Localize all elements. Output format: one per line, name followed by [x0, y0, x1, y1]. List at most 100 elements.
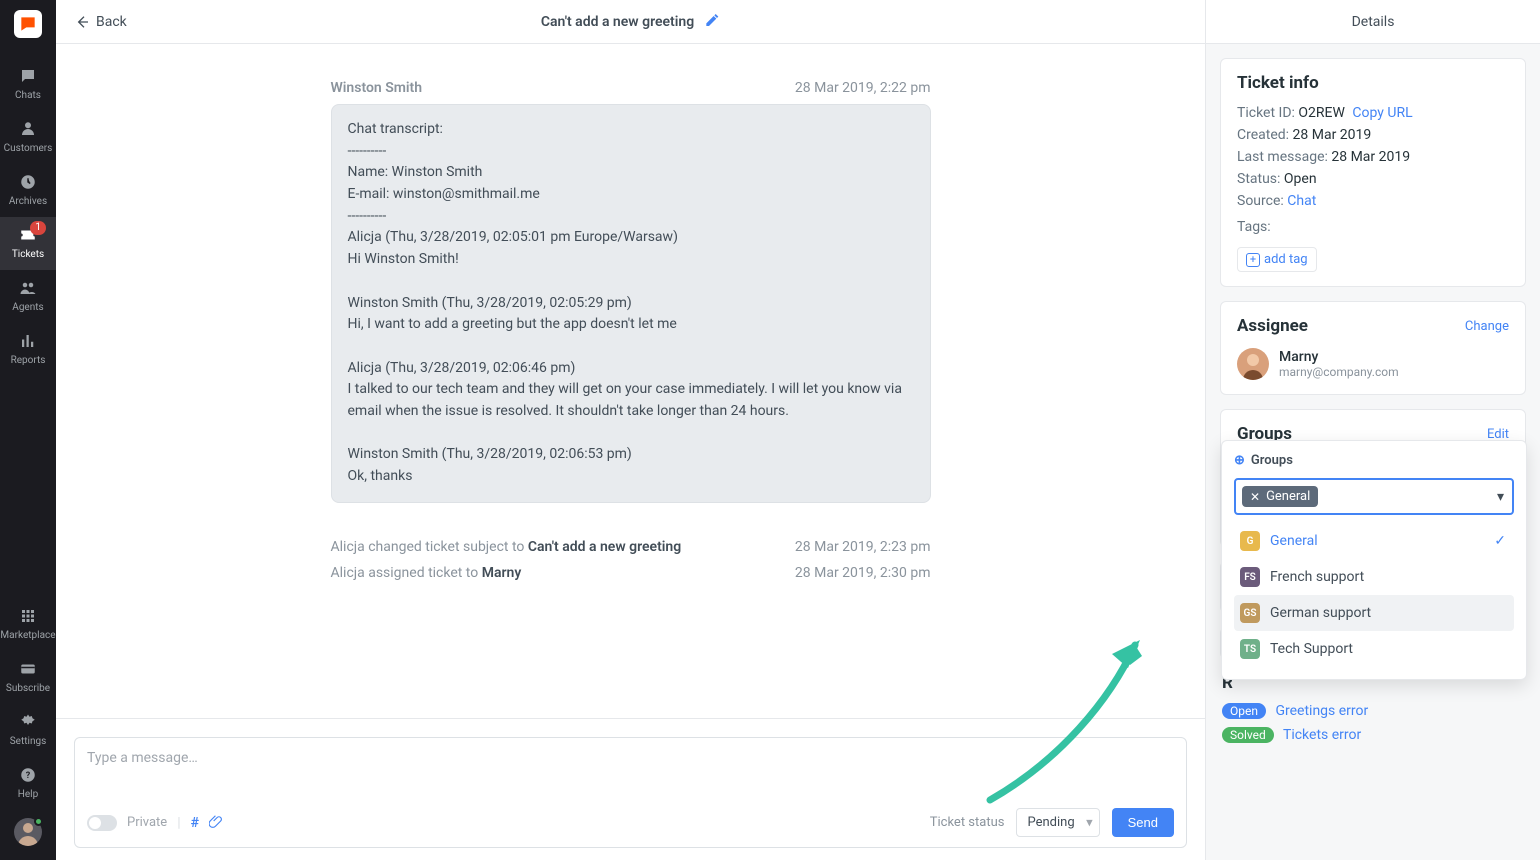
presence-dot	[34, 817, 43, 826]
dropdown-option-general[interactable]: G General ✓	[1234, 523, 1514, 559]
nav-tickets[interactable]: 1 Tickets	[0, 217, 56, 270]
event-row: Alicja assigned ticket to Marny 28 Mar 2…	[331, 565, 931, 581]
chip-label: General	[1266, 489, 1310, 504]
status-label: Ticket status	[930, 815, 1005, 830]
message-input[interactable]: Type a message…	[87, 750, 1174, 790]
dropdown-option-french[interactable]: FS French support	[1234, 559, 1514, 595]
id-value: O2REW	[1298, 105, 1345, 121]
composer-box: Type a message… Private | # Ticket statu…	[74, 737, 1187, 848]
nav-label: Reports	[11, 355, 46, 366]
nav-rail: Chats Customers Archives 1 Tickets Agent…	[0, 0, 56, 860]
selected-chip[interactable]: ✕ General	[1242, 486, 1318, 507]
status-value: Open	[1284, 171, 1317, 187]
created-value: 28 Mar 2019	[1293, 127, 1372, 143]
change-assignee-link[interactable]: Change	[1465, 319, 1509, 334]
customer-icon	[18, 119, 38, 139]
nav-label: Subscribe	[6, 683, 50, 694]
last-value: 28 Mar 2019	[1331, 149, 1410, 165]
nav-subscribe[interactable]: Subscribe	[0, 651, 56, 704]
group-avatar: G	[1240, 531, 1260, 551]
event-text: Alicja changed ticket subject to	[331, 539, 528, 555]
card-title: Ticket info	[1237, 73, 1509, 93]
tags-label: Tags:	[1237, 219, 1271, 235]
reports-icon	[18, 331, 38, 351]
last-label: Last message:	[1237, 149, 1328, 165]
attachment-button[interactable]	[209, 814, 223, 832]
clock-icon	[18, 172, 38, 192]
nav-customers[interactable]: Customers	[0, 111, 56, 164]
globe-icon: ⊕	[1234, 453, 1245, 468]
id-label: Ticket ID:	[1237, 105, 1295, 121]
add-tag-label: add tag	[1264, 252, 1308, 267]
card-title: Assignee	[1237, 316, 1308, 336]
assignee-card: Assignee Change Marny marny@company.com	[1220, 301, 1526, 395]
svg-text:?: ?	[26, 771, 31, 781]
dropdown-option-tech[interactable]: TS Tech Support	[1234, 631, 1514, 667]
chat-icon	[18, 66, 38, 86]
copy-url-link[interactable]: Copy URL	[1352, 105, 1412, 121]
groups-dropdown: ⊕ Groups ✕ General ▾ G General	[1221, 440, 1527, 680]
dropdown-heading-text: Groups	[1251, 453, 1293, 468]
page-title-wrap: Can't add a new greeting	[541, 12, 720, 32]
nav-settings[interactable]: Settings	[0, 704, 56, 757]
details-title: Details	[1206, 0, 1540, 44]
related-row: Open Greetings error	[1222, 703, 1524, 719]
message-time: 28 Mar 2019, 2:22 pm	[795, 80, 931, 96]
private-toggle[interactable]	[87, 815, 117, 831]
agents-icon	[18, 278, 38, 298]
back-button[interactable]: Back	[74, 14, 127, 30]
option-label: French support	[1270, 569, 1364, 585]
grid-icon	[18, 606, 38, 626]
nav-label: Chats	[15, 90, 41, 101]
related-section: R Open Greetings error Solved Tickets er…	[1220, 673, 1526, 743]
plus-icon: +	[1246, 253, 1260, 267]
composer: Type a message… Private | # Ticket statu…	[56, 718, 1205, 860]
event-time: 28 Mar 2019, 2:23 pm	[795, 539, 931, 555]
dropdown-heading: ⊕ Groups	[1234, 453, 1514, 468]
nav-help[interactable]: ? Help	[0, 757, 56, 810]
created-label: Created:	[1237, 127, 1289, 143]
hashtag-button[interactable]: #	[191, 815, 199, 831]
chip-remove-icon[interactable]: ✕	[1250, 490, 1260, 504]
status-label: Status:	[1237, 171, 1280, 187]
nav-agents[interactable]: Agents	[0, 270, 56, 323]
related-link[interactable]: Tickets error	[1283, 727, 1361, 743]
main-column: Back Can't add a new greeting Winston Sm…	[56, 0, 1206, 860]
source-link[interactable]: Chat	[1287, 193, 1316, 209]
related-link[interactable]: Greetings error	[1275, 703, 1368, 719]
group-avatar: GS	[1240, 603, 1260, 623]
event-text: Alicja assigned ticket to	[331, 565, 482, 581]
nav-chats[interactable]: Chats	[0, 58, 56, 111]
event-bold: Can't add a new greeting	[528, 539, 681, 555]
paperclip-icon	[209, 814, 223, 828]
group-avatar: TS	[1240, 639, 1260, 659]
dropdown-option-german[interactable]: GS German support	[1234, 595, 1514, 631]
group-avatar: FS	[1240, 567, 1260, 587]
nav-reports[interactable]: Reports	[0, 323, 56, 376]
nav-archives[interactable]: Archives	[0, 164, 56, 217]
nav-label: Customers	[4, 143, 53, 154]
app-logo[interactable]	[14, 10, 42, 38]
groups-input[interactable]: ✕ General ▾	[1234, 478, 1514, 515]
page-title: Can't add a new greeting	[541, 14, 694, 30]
status-select[interactable]: Pending ▾	[1016, 808, 1099, 837]
nav-label: Agents	[12, 302, 43, 313]
nav-label: Marketplace	[0, 630, 55, 641]
dropdown-list: G General ✓ FS French support GS German …	[1234, 523, 1514, 667]
check-icon: ✓	[1494, 533, 1506, 549]
message-author: Winston Smith	[331, 80, 423, 96]
event-time: 28 Mar 2019, 2:30 pm	[795, 565, 931, 581]
nav-label: Help	[18, 789, 38, 800]
nav-label: Tickets	[12, 249, 44, 260]
assignee-avatar	[1237, 348, 1269, 380]
option-label: General	[1270, 533, 1318, 549]
nav-marketplace[interactable]: Marketplace	[0, 598, 56, 651]
pencil-icon	[704, 12, 720, 28]
conversation-scroll[interactable]: Winston Smith 28 Mar 2019, 2:22 pm Chat …	[56, 44, 1205, 718]
send-button[interactable]: Send	[1112, 808, 1174, 837]
add-tag-button[interactable]: + add tag	[1237, 247, 1317, 272]
gear-icon	[18, 712, 38, 732]
edit-title-button[interactable]	[704, 12, 720, 32]
details-scroll[interactable]: Ticket info Ticket ID: O2REW Copy URL Cr…	[1206, 44, 1540, 860]
ticket-info-card: Ticket info Ticket ID: O2REW Copy URL Cr…	[1220, 58, 1526, 287]
